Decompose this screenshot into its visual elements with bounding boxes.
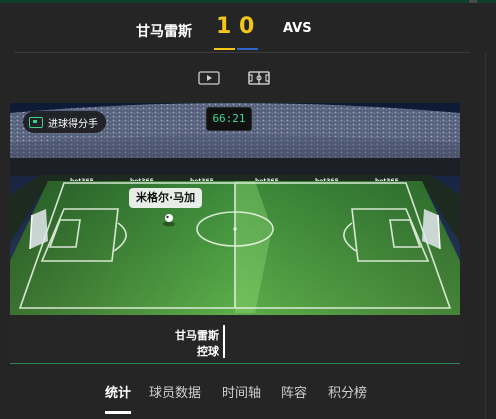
event-team-name: 甘马雷斯 bbox=[175, 329, 219, 342]
event-action-text: 控球 bbox=[197, 345, 219, 358]
tab-bar: 统计 球员数据 时间轴 阵容 积分榜 bbox=[0, 375, 496, 415]
event-label-text: 进球得分手 bbox=[48, 118, 98, 130]
panel-right-border bbox=[485, 53, 486, 419]
tab-standings[interactable]: 积分榜 bbox=[328, 382, 367, 401]
event-indicator-bar bbox=[223, 325, 225, 358]
event-label-pill: 进球得分手 bbox=[23, 111, 106, 133]
play-video-icon[interactable] bbox=[198, 70, 220, 86]
tab-lineups[interactable]: 阵容 bbox=[281, 382, 307, 401]
goal-scorer-icon bbox=[29, 116, 43, 128]
home-team-name[interactable]: 甘马雷斯 bbox=[136, 21, 192, 41]
away-team-name[interactable]: AVS bbox=[283, 21, 312, 36]
event-info-panel: 甘马雷斯 控球 bbox=[10, 315, 460, 363]
header-divider bbox=[14, 52, 470, 53]
match-clock: 66:21 bbox=[206, 107, 252, 131]
tab-timeline[interactable]: 时间轴 bbox=[222, 382, 261, 401]
pitch-view-icon[interactable] bbox=[248, 70, 270, 86]
tracker-bottom-border bbox=[10, 363, 460, 364]
top-accent-marker bbox=[469, 0, 477, 3]
home-score: 1 bbox=[216, 14, 232, 39]
top-accent-bar bbox=[0, 0, 496, 3]
home-team-color-bar bbox=[214, 48, 235, 50]
tab-player-stats[interactable]: 球员数据 bbox=[149, 382, 201, 401]
scoreboard-header: 甘马雷斯 1 0 AVS bbox=[0, 10, 496, 50]
active-tab-indicator bbox=[105, 411, 131, 414]
tab-statistics[interactable]: 统计 bbox=[105, 382, 131, 401]
away-team-color-bar bbox=[237, 48, 258, 50]
match-tracker-pitch: bet365 bet365 bet365 bet365 bet365 bet36… bbox=[10, 103, 460, 315]
player-name-tag: 米格尔·马加 bbox=[129, 188, 203, 208]
away-score: 0 bbox=[239, 14, 255, 39]
